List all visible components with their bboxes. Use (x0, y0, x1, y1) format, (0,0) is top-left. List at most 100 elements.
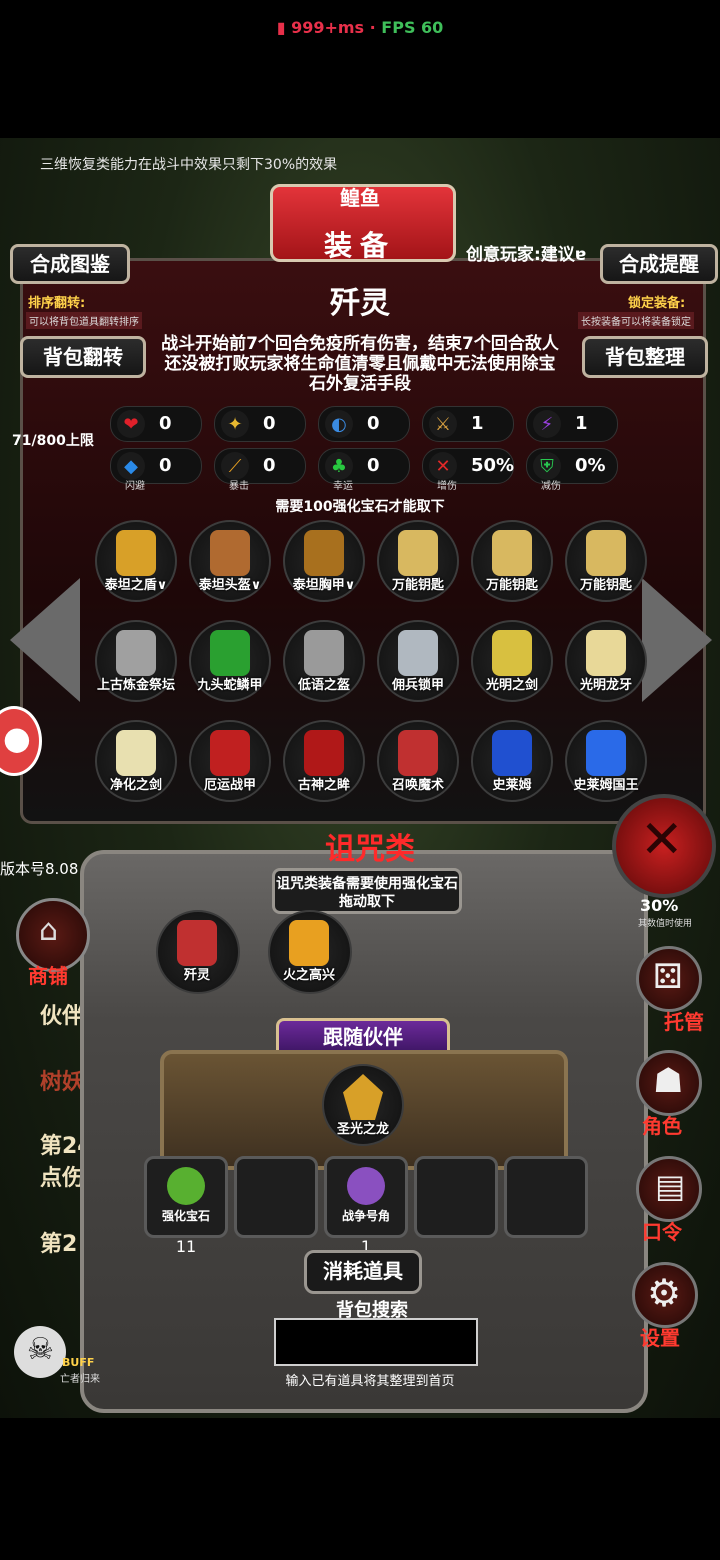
stat-pill: ⚔ 1 (422, 406, 514, 442)
dice-icon[interactable]: ⚄ (636, 946, 702, 1012)
lightning-icon: ⚡ (533, 410, 561, 438)
equipment-icon (210, 530, 250, 576)
story-line: 树妖 (40, 1070, 85, 1095)
equipment-name: 古神之眸 (297, 778, 350, 793)
stat-pill: ⟋ 0 暴击 (214, 448, 306, 492)
equipment-slot[interactable]: 佣兵锁甲 (377, 620, 459, 702)
item-name: 歼灵 (330, 286, 390, 321)
cooldown-sub: 其数值时使用 (638, 919, 693, 929)
equipment-name: 厄运战甲 (203, 778, 256, 793)
equipment-name: 净化之剑 (109, 778, 162, 793)
prev-page-arrow[interactable] (10, 578, 80, 702)
marquee-text: 创意玩家:建议ɐ (466, 245, 587, 265)
hp-limit-text: 71/800上限 (12, 433, 94, 449)
clover-icon: ♣ (325, 452, 353, 480)
consumable-slot[interactable] (414, 1156, 498, 1238)
equipment-slot[interactable]: 史莱姆国王 (565, 720, 647, 802)
lock-hint: 长按装备可以将装备锁定 (578, 312, 694, 329)
consumable-slot[interactable]: 强化宝石 11 (144, 1156, 228, 1256)
equipment-slot[interactable]: 泰坦之盾∨ (95, 520, 177, 602)
equipment-slot[interactable]: 史莱姆 (471, 720, 553, 802)
equipment-icon (492, 530, 532, 576)
equipment-icon (492, 730, 532, 776)
stat-value: 1 (575, 413, 588, 434)
damage-reduce-icon: ⛨ (533, 452, 561, 480)
stat-pill: ✕ 50% 增伤 (422, 448, 514, 492)
equipment-slot[interactable]: 万能钥匙 (565, 520, 647, 602)
version-text: 版本号8.08 (0, 860, 79, 878)
equipment-slot[interactable]: 净化之剑 (95, 720, 177, 802)
equipment-icon (304, 630, 344, 676)
stat-pill: ◐ 0 (318, 406, 410, 442)
equipment-slot[interactable]: 光明龙牙 (565, 620, 647, 702)
equipment-slot[interactable]: 万能钥匙 (377, 520, 459, 602)
equipment-slot[interactable]: 九头蛇鳞甲 (189, 620, 271, 702)
stat-label: 减伤 (541, 481, 561, 492)
bag-flip-button[interactable]: 背包翻转 (20, 336, 146, 378)
equipment-name: 史莱姆 (492, 778, 532, 793)
equipment-name: 泰坦胸甲∨ (292, 578, 356, 593)
equipment-name: 泰坦头盔∨ (198, 578, 262, 593)
curse-slot[interactable]: 火之高兴 (268, 910, 352, 994)
skull-icon[interactable]: ☠ (14, 1326, 66, 1378)
curse-item-icon (289, 920, 329, 966)
consumable-slot[interactable]: 战争号角 1 (324, 1156, 408, 1256)
stat-pill: ⛨ 0% 减伤 (526, 448, 618, 492)
equipment-slot[interactable]: 光明之剑 (471, 620, 553, 702)
game-screen: 三维恢复类能力在战斗中效果只剩下30%的效果 伙伴 树妖 第24 点伤 第2 鳇… (0, 138, 720, 1418)
equipment-icon (116, 630, 156, 676)
heart-icon: ❤ (117, 410, 145, 438)
sort-hint: 可以将背包道具翻转排序 (26, 312, 142, 329)
consumable-slot[interactable] (504, 1156, 588, 1238)
book-glyph: ▤ (655, 1167, 686, 1205)
equipment-slot[interactable]: 古神之眸 (283, 720, 365, 802)
equipment-name: 召唤魔术 (391, 778, 444, 793)
helmet-icon: ◐ (325, 410, 353, 438)
curse-slot[interactable]: 歼灵 (156, 910, 240, 994)
stat-pill: ◆ 0 闪避 (110, 448, 202, 492)
compose-reminder-button[interactable]: 合成提醒 (600, 244, 718, 284)
equipment-slot[interactable]: 泰坦头盔∨ (189, 520, 271, 602)
equipment-icon (304, 530, 344, 576)
equipment-slot[interactable]: 召唤魔术 (377, 720, 459, 802)
equipment-slot[interactable]: 上古炼金祭坛 (95, 620, 177, 702)
role-icon[interactable]: ☗ (636, 1050, 702, 1116)
gem-icon (167, 1167, 205, 1205)
consumable-slot[interactable] (234, 1156, 318, 1238)
equipment-slot[interactable]: 低语之盔 (283, 620, 365, 702)
equipment-slot[interactable]: 厄运战甲 (189, 720, 271, 802)
lock-title: 锁定装备: (628, 296, 686, 311)
equipment-name: 低语之盔 (297, 678, 350, 693)
armor-icon: ✦ (221, 410, 249, 438)
cooldown-value: 30% (640, 896, 679, 915)
stat-value: 0 (367, 413, 380, 434)
person-icon: ● (3, 719, 31, 757)
equipment-slot[interactable]: 泰坦胸甲∨ (283, 520, 365, 602)
stat-label: 暴击 (229, 481, 249, 492)
companion-slot[interactable]: 圣光之龙 (322, 1064, 404, 1146)
status-separator: · (364, 18, 382, 37)
dice-glyph: ⚄ (653, 957, 683, 997)
stat-value: 0 (367, 455, 380, 476)
dragon-icon (343, 1074, 383, 1120)
settings-icon[interactable]: ⚙ (632, 1262, 698, 1328)
ping-text: 999+ms (291, 18, 365, 37)
close-button[interactable]: ✕ (612, 794, 716, 898)
settings-label: 设置 (640, 1326, 680, 1350)
bag-sort-button[interactable]: 背包整理 (582, 336, 708, 378)
search-input[interactable] (274, 1318, 478, 1366)
consumable-count: 11 (175, 1237, 197, 1256)
stat-value: 1 (471, 413, 484, 434)
command-book-icon[interactable]: ▤ (636, 1156, 702, 1222)
banner-top-text: 鳇鱼 (340, 186, 380, 210)
notice-text: 三维恢复类能力在战斗中效果只剩下30%的效果 (40, 157, 338, 173)
equipment-icon (116, 530, 156, 576)
equipment-icon (398, 730, 438, 776)
equipment-icon (398, 530, 438, 576)
curse-item-name: 歼灵 (183, 968, 210, 983)
equipment-slot[interactable]: 万能钥匙 (471, 520, 553, 602)
consumable-name: 强化宝石 (161, 1209, 210, 1223)
fps-text: FPS 60 (381, 18, 444, 37)
compose-catalog-button[interactable]: 合成图鉴 (10, 244, 130, 284)
equipment-icon (116, 730, 156, 776)
